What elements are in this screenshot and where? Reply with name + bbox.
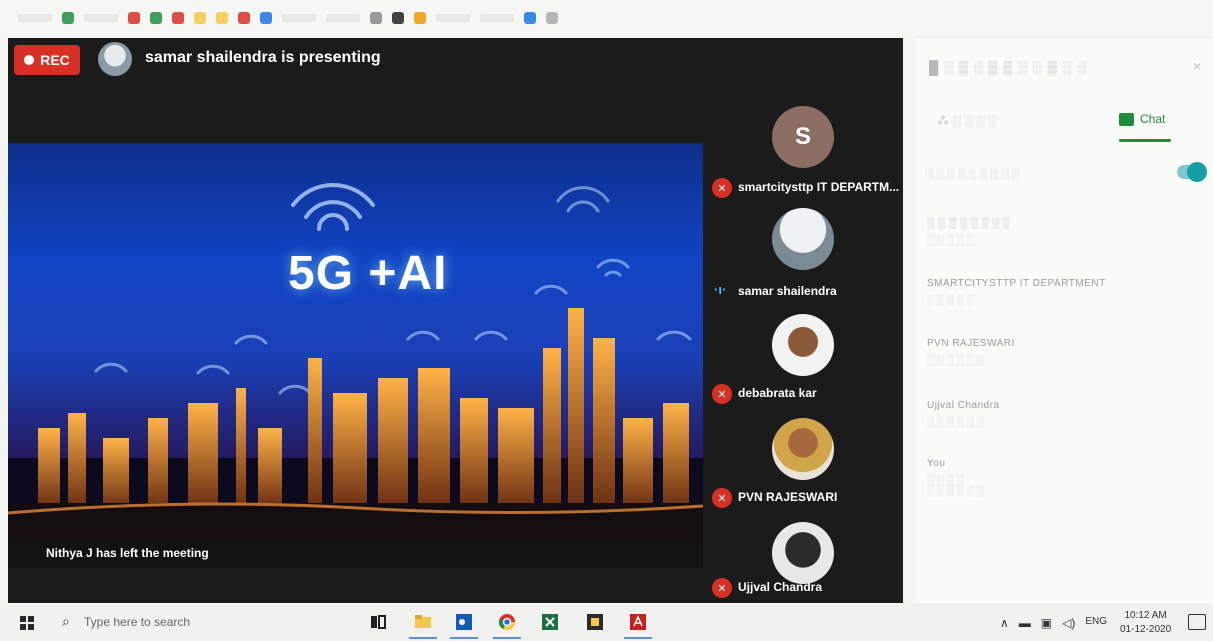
chat-message: ░ ░ ░ ░ ░ ░ ░ ░ ░ ░ ░ ░ ░: [927, 218, 1197, 246]
excel-icon[interactable]: [540, 612, 560, 632]
bookmark-item[interactable]: [260, 12, 272, 24]
bookmark-item[interactable]: [172, 12, 184, 24]
bookmark-item[interactable]: [480, 14, 514, 22]
chat-icon: [1119, 112, 1134, 126]
bookmark-item[interactable]: [414, 12, 426, 24]
active-app-indicator: [450, 637, 478, 639]
message-text: ░ ░ ░ ░ ░ ░ ░ ░ ░ ░: [927, 475, 984, 497]
participant-tile[interactable]: S ✕ smartcitysttp IT DEPARTM...: [708, 98, 903, 202]
bookmark-item[interactable]: [546, 12, 558, 24]
outlook-icon[interactable]: [454, 612, 474, 632]
presenter-avatar: [98, 42, 132, 76]
message-text: ░ ░ ░ ░ ░: [927, 235, 974, 246]
volume-icon[interactable]: ◁): [1062, 616, 1075, 630]
chat-message: Ujjval Chandra ░ ░ ░ ░ ░ ░: [927, 400, 1197, 428]
message-sender: SMARTCITYSTTP IT DEPARTMENT: [927, 278, 1106, 289]
chrome-icon[interactable]: [497, 612, 517, 632]
close-icon[interactable]: ×: [1193, 58, 1201, 74]
language-indicator[interactable]: ENG: [1085, 616, 1107, 630]
message-text: ░ ░ ░ ░ ░ ░: [927, 355, 984, 366]
bookmark-item[interactable]: [18, 14, 52, 22]
chat-panel: █ ░ ▒ ░ ▒ ▒ ░ ░ ▒ ░ ░ × ⁂ ░ ░ ░ ░ Chat ░…: [915, 38, 1213, 603]
bookmarks-bar: [0, 0, 1213, 36]
bookmark-item[interactable]: [62, 12, 74, 24]
bookmark-item[interactable]: [282, 14, 316, 22]
mic-muted-icon: ✕: [712, 578, 732, 598]
acrobat-icon[interactable]: [628, 612, 648, 632]
bookmark-item[interactable]: [216, 12, 228, 24]
message-sender: You: [927, 458, 946, 469]
message-sender: Ujjval Chandra: [927, 400, 1000, 411]
bookmark-item[interactable]: [524, 12, 536, 24]
toggle-label: ░ ░ ░ ░ ░ ░ ░ ░ ░: [925, 168, 1020, 180]
bookmark-item[interactable]: [194, 12, 206, 24]
avatar: [772, 314, 834, 376]
active-tab-indicator: [1119, 139, 1171, 142]
participant-tile[interactable]: ·ı· samar shailendra: [708, 202, 903, 306]
participant-name: debabrata kar: [738, 386, 817, 400]
chat-message: You ░ ░ ░ ░ ░ ░ ░ ░ ░ ░: [927, 458, 1197, 497]
windows-start-icon[interactable]: [20, 616, 34, 630]
slide-title: 5G +AI: [288, 247, 448, 300]
recording-label: REC: [40, 52, 70, 68]
speaking-indicator-icon: ·ı·: [714, 282, 727, 297]
file-explorer-icon[interactable]: [413, 612, 433, 632]
taskbar: ⌕ Type here to search ∧ ▬ ▣ ◁) ENG 10:12…: [0, 604, 1213, 641]
panel-title: █ ░ ▒ ░ ▒ ▒ ░ ░ ▒ ░ ░: [929, 60, 1088, 75]
message-sender: ░ ░ ░ ░ ░ ░ ░ ░: [927, 218, 1011, 229]
meeting-stage: REC samar shailendra is presenting 5G +A…: [8, 38, 903, 603]
participant-tile[interactable]: ✕ PVN RAJESWARI: [708, 408, 903, 512]
message-sender: PVN RAJESWARI: [927, 338, 1015, 349]
presenting-banner: samar shailendra is presenting: [145, 49, 381, 66]
sticky-notes-icon[interactable]: [585, 612, 605, 632]
toggle-knob: [1187, 162, 1207, 182]
city-skyline-image: [8, 308, 703, 538]
bookmark-item[interactable]: [84, 14, 118, 22]
record-dot-icon: [24, 55, 35, 65]
active-app-indicator: [493, 637, 521, 639]
participant-tile[interactable]: ✕ Ujjval Chandra: [708, 498, 903, 602]
avatar: [772, 418, 834, 480]
mic-muted-icon: ✕: [712, 384, 732, 404]
taskbar-search[interactable]: Type here to search: [84, 615, 190, 629]
bookmark-item[interactable]: [436, 14, 470, 22]
mic-muted-icon: ✕: [712, 178, 732, 198]
message-text: ░ ░ ░ ░ ░: [927, 295, 974, 306]
network-icon[interactable]: ▣: [1041, 616, 1052, 630]
recording-badge: REC: [14, 45, 80, 75]
shared-screen: 5G +AI: [8, 143, 703, 538]
search-icon[interactable]: ⌕: [62, 613, 70, 630]
bookmark-item[interactable]: [370, 12, 382, 24]
chat-message: SMARTCITYSTTP IT DEPARTMENT ░ ░ ░ ░ ░: [927, 278, 1197, 306]
participant-tile[interactable]: ✕ debabrata kar: [708, 304, 903, 408]
avatar: [772, 208, 834, 270]
message-text: ░ ░ ░ ░ ░ ░: [927, 417, 984, 428]
participant-name: samar shailendra: [738, 284, 837, 298]
tab-chat[interactable]: Chat: [1119, 112, 1165, 126]
participant-name: Ujjval Chandra: [738, 580, 823, 594]
chat-tab-label: Chat: [1140, 112, 1166, 126]
notification-icon[interactable]: [1188, 614, 1206, 630]
allow-messages-toggle[interactable]: [1177, 162, 1207, 182]
clock-time: 10:12 AM: [1124, 610, 1167, 621]
avatar: S: [772, 106, 834, 168]
clock[interactable]: 10:12 AM 01-12-2020: [1120, 609, 1171, 637]
active-app-indicator: [409, 637, 437, 639]
battery-icon[interactable]: ▬: [1019, 616, 1031, 630]
gmail-bookmark-icon[interactable]: [128, 12, 140, 24]
active-app-indicator: [624, 637, 652, 639]
chat-message: PVN RAJESWARI ░ ░ ░ ░ ░ ░: [927, 338, 1197, 366]
bookmark-item[interactable]: [326, 14, 360, 22]
bookmark-item[interactable]: [150, 12, 162, 24]
clock-date: 01-12-2020: [1120, 624, 1172, 635]
avatar: [772, 522, 834, 584]
bookmark-item[interactable]: [238, 12, 250, 24]
people-tab[interactable]: ⁂ ░ ░ ░ ░: [937, 114, 996, 128]
left-meeting-toast: Nithya J has left the meeting: [8, 538, 703, 568]
chevron-up-icon[interactable]: ∧: [1000, 616, 1009, 630]
participant-name: smartcitysttp IT DEPARTM...: [738, 180, 900, 194]
amazon-bookmark-icon[interactable]: [392, 12, 404, 24]
task-view-icon[interactable]: [368, 612, 388, 632]
system-tray: ∧ ▬ ▣ ◁) ENG: [1000, 616, 1107, 630]
